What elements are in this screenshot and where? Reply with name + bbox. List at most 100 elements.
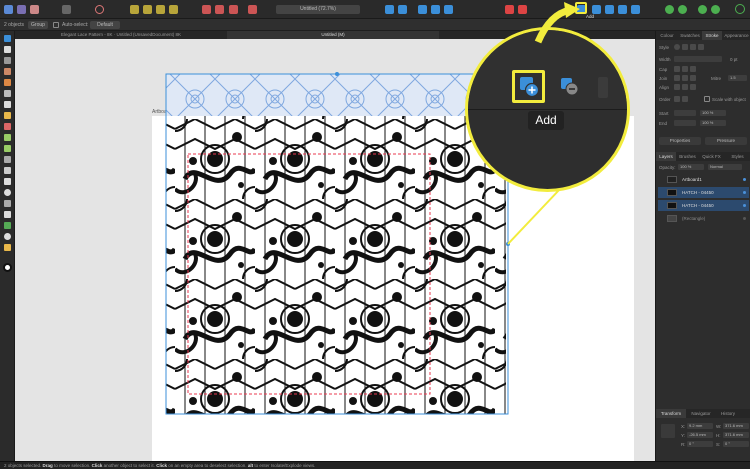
- opacity-field[interactable]: 100 %: [678, 164, 704, 170]
- start-scale-field[interactable]: 100 %: [700, 110, 726, 116]
- pencil-tool-icon[interactable]: [4, 112, 11, 119]
- frame-text-icon[interactable]: [4, 222, 11, 229]
- order-behind-icon[interactable]: [674, 96, 680, 102]
- geometry-subtract-icon[interactable]: [592, 5, 601, 14]
- style-none-icon[interactable]: [674, 44, 680, 50]
- zoomed-add-button[interactable]: [512, 70, 545, 103]
- scale-with-object-checkbox[interactable]: [704, 96, 710, 102]
- document-setup-icon[interactable]: [62, 5, 71, 14]
- anchor-point-grid[interactable]: [661, 424, 675, 438]
- cap-square-icon[interactable]: [690, 66, 696, 72]
- join-round-icon[interactable]: [682, 75, 688, 81]
- move-tool-icon[interactable]: [4, 35, 11, 42]
- visibility-icon[interactable]: [743, 217, 746, 220]
- tab-layers[interactable]: Layers: [656, 152, 676, 161]
- user-avatar-icon[interactable]: [735, 4, 745, 14]
- tab-brushes[interactable]: Brushes: [676, 152, 699, 161]
- node-tool-icon[interactable]: [4, 46, 11, 53]
- fill-tool-icon[interactable]: [4, 79, 11, 86]
- snap-icon[interactable]: [130, 5, 139, 14]
- align-inside-icon[interactable]: [674, 84, 680, 90]
- ellipse-tool-icon[interactable]: [4, 189, 11, 196]
- affinity-logo-icon[interactable]: [4, 5, 13, 14]
- tab-appearance[interactable]: Appearance: [722, 31, 750, 40]
- tab-quick-fx[interactable]: Quick FX: [699, 152, 724, 161]
- h-field[interactable]: 371.6 mm: [723, 432, 749, 438]
- arrange-forward-icon[interactable]: [398, 5, 407, 14]
- visibility-icon[interactable]: [743, 178, 746, 181]
- tab-transform[interactable]: Transform: [656, 409, 686, 418]
- geometry-intersect-icon[interactable]: [598, 77, 608, 98]
- s-field[interactable]: 0 °: [723, 441, 749, 447]
- style-solid-icon[interactable]: [682, 44, 688, 50]
- tab-styles[interactable]: Styles: [724, 152, 750, 161]
- visibility-icon[interactable]: [743, 191, 746, 194]
- tab-untitled[interactable]: Untitled (M): [227, 31, 439, 39]
- end-arrowhead[interactable]: [674, 120, 696, 126]
- rotate-icon[interactable]: [215, 5, 224, 14]
- pen-tool-icon[interactable]: [4, 101, 11, 108]
- view-tool-icon[interactable]: [4, 244, 11, 251]
- blend-mode-dropdown[interactable]: Normal: [708, 164, 742, 170]
- align-left-icon[interactable]: [418, 5, 427, 14]
- start-arrowhead[interactable]: [674, 110, 696, 116]
- colour-well-icon[interactable]: [3, 263, 12, 272]
- style-dash-icon[interactable]: [690, 44, 696, 50]
- cap-round-icon[interactable]: [682, 66, 688, 72]
- auto-select-dropdown[interactable]: Default: [90, 21, 120, 29]
- document-title-dropdown[interactable]: Untitled (72.7%): [276, 5, 360, 14]
- rectangle-tool-icon[interactable]: [4, 178, 11, 185]
- join-bevel-icon[interactable]: [690, 75, 696, 81]
- distribute-icon[interactable]: [169, 5, 178, 14]
- shape-tool-icon[interactable]: [4, 200, 11, 207]
- w-field[interactable]: 371.6 mm: [723, 423, 749, 429]
- auto-select-checkbox[interactable]: [53, 22, 59, 28]
- assistant-icon[interactable]: [665, 5, 674, 14]
- pixel-persona-icon[interactable]: [17, 5, 26, 14]
- style-brush-icon[interactable]: [698, 44, 704, 50]
- align-icon[interactable]: [156, 5, 165, 14]
- order-front-icon[interactable]: [682, 96, 688, 102]
- y-field[interactable]: -26.5 mm: [687, 432, 713, 438]
- r-field[interactable]: 0 °: [687, 441, 713, 447]
- text-tool-icon[interactable]: [4, 211, 11, 218]
- zoom-tool-icon[interactable]: [4, 233, 11, 240]
- view-mode-icon[interactable]: [698, 5, 707, 14]
- transparency-tool-icon[interactable]: [4, 90, 11, 97]
- tab-colour[interactable]: Colour: [656, 31, 678, 40]
- color-picker-icon[interactable]: [4, 68, 11, 75]
- geometry-intersect-icon[interactable]: [605, 5, 614, 14]
- snap-options-icon[interactable]: [518, 5, 527, 14]
- align-center-stroke-icon[interactable]: [682, 84, 688, 90]
- snap-toggle-icon[interactable]: [505, 5, 514, 14]
- vector-brush-icon[interactable]: [4, 123, 11, 130]
- layer-row-hatch-2[interactable]: HATCH - 04450: [658, 200, 749, 211]
- view-mode-options-icon[interactable]: [711, 5, 720, 14]
- end-scale-field[interactable]: 100 %: [700, 120, 726, 126]
- align-outside-icon[interactable]: [690, 84, 696, 90]
- visibility-icon[interactable]: [743, 204, 746, 207]
- arrange-back-icon[interactable]: [385, 5, 394, 14]
- tab-navigator[interactable]: Navigator: [686, 409, 716, 418]
- place-image-icon[interactable]: [4, 167, 11, 174]
- arrange-icon[interactable]: [229, 5, 238, 14]
- geometry-divide-icon[interactable]: [631, 5, 640, 14]
- join-mitre-icon[interactable]: [674, 75, 680, 81]
- align-center-icon[interactable]: [431, 5, 440, 14]
- crop-tool-icon[interactable]: [4, 156, 11, 163]
- width-slider[interactable]: [674, 56, 722, 62]
- mitre-field[interactable]: 1.5: [728, 75, 747, 81]
- pressure-button[interactable]: Pressure: [705, 137, 747, 145]
- tab-history[interactable]: History: [716, 409, 740, 418]
- artboard-tool-icon[interactable]: [4, 57, 11, 64]
- cap-butt-icon[interactable]: [674, 66, 680, 72]
- align-right-icon[interactable]: [444, 5, 453, 14]
- properties-button[interactable]: Properties: [659, 137, 701, 145]
- settings-icon[interactable]: [95, 5, 104, 14]
- pixel-tool-icon[interactable]: [4, 145, 11, 152]
- export-persona-icon[interactable]: [30, 5, 39, 14]
- x-field[interactable]: 9.2 mm: [687, 423, 713, 429]
- tab-lace-document[interactable]: Elegant Lace Pattern - 8K · Untitled (Un…: [15, 31, 227, 39]
- fill-bucket-icon[interactable]: [4, 134, 11, 141]
- width-value[interactable]: 0 pt: [730, 57, 738, 62]
